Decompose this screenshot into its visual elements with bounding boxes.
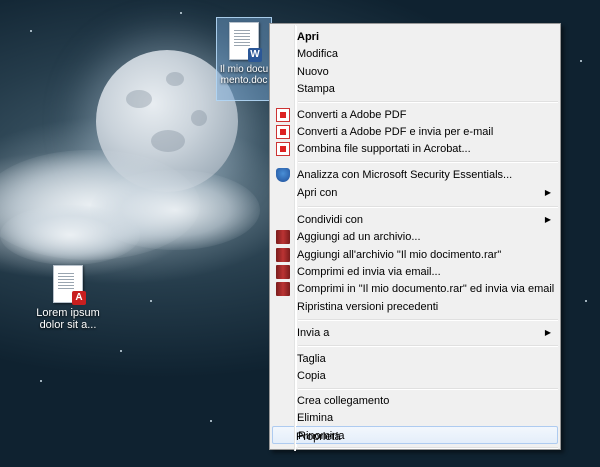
menu-item-apri[interactable]: Apri	[272, 28, 558, 46]
word-document-icon: W	[229, 22, 262, 62]
menu-item-stampa[interactable]: Stampa	[272, 80, 558, 98]
submenu-arrow-icon: ▶	[544, 328, 551, 337]
menu-item-aggiungi-archivio[interactable]: Aggiungi ad un archivio...	[272, 228, 558, 246]
menu-item-condividi-con[interactable]: Condividi con ▶	[272, 211, 558, 229]
acrobat-combine-icon	[276, 142, 290, 156]
menu-item-crea-collegamento[interactable]: Crea collegamento	[272, 392, 558, 410]
menu-item-invia-a[interactable]: Invia a ▶	[272, 324, 558, 342]
menu-separator	[298, 447, 558, 449]
menu-item-taglia[interactable]: Taglia	[272, 350, 558, 368]
menu-item-nuovo[interactable]: Nuovo	[272, 63, 558, 81]
desktop-icon-label: Lorem ipsum dolor sit a...	[36, 307, 100, 331]
menu-item-ripristina-versioni[interactable]: Ripristina versioni precedenti	[272, 298, 558, 316]
adobe-pdf-email-icon	[276, 125, 290, 139]
menu-item-elimina[interactable]: Elimina	[272, 409, 558, 427]
menu-item-comprimi-in-email[interactable]: Comprimi in "Il mio documento.rar" ed in…	[272, 280, 558, 298]
menu-separator	[298, 319, 558, 321]
menu-separator	[298, 388, 558, 390]
desktop-icon-pdf-document[interactable]: A Lorem ipsum dolor sit a...	[36, 265, 100, 331]
desktop-icon-word-document[interactable]: W Il mio documento.doc	[216, 17, 272, 101]
cloud	[0, 205, 140, 265]
adobe-pdf-icon	[276, 108, 290, 122]
menu-item-converti-pdf-email[interactable]: Converti a Adobe PDF e invia per e-mail	[272, 123, 558, 141]
menu-item-converti-pdf[interactable]: Converti a Adobe PDF	[272, 106, 558, 124]
menu-separator	[298, 206, 558, 208]
menu-item-comprimi-email[interactable]: Comprimi ed invia via email...	[272, 263, 558, 281]
menu-item-analizza-security[interactable]: Analizza con Microsoft Security Essentia…	[272, 166, 558, 184]
pdf-document-icon: A	[53, 265, 86, 305]
menu-separator	[298, 161, 558, 163]
context-menu: Apri Modifica Nuovo Stampa Converti a Ad…	[269, 23, 561, 450]
submenu-arrow-icon: ▶	[544, 188, 551, 197]
winrar-icon	[276, 230, 290, 244]
security-essentials-icon	[276, 168, 290, 182]
winrar-icon	[276, 282, 290, 296]
menu-separator	[298, 345, 558, 347]
menu-item-apri-con[interactable]: Apri con ▶	[272, 184, 558, 202]
menu-item-copia[interactable]: Copia	[272, 367, 558, 385]
winrar-icon	[276, 265, 290, 279]
desktop-icon-label: Il mio documento.doc	[219, 64, 269, 86]
menu-item-combina-acrobat[interactable]: Combina file supportati in Acrobat...	[272, 140, 558, 158]
submenu-arrow-icon: ▶	[544, 215, 551, 224]
menu-item-aggiungi-archivio-nome[interactable]: Aggiungi all'archivio "Il mio docimento.…	[272, 246, 558, 264]
menu-item-modifica[interactable]: Modifica	[272, 45, 558, 63]
menu-item-proprieta[interactable]: Proprietà	[271, 428, 559, 446]
menu-separator	[298, 101, 558, 103]
winrar-icon	[276, 248, 290, 262]
